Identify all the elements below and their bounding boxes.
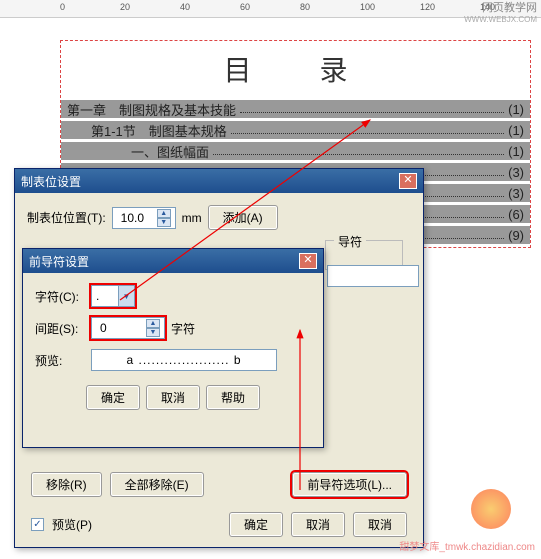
spin-down-icon[interactable]: ▼ <box>146 328 160 337</box>
spin-down-icon[interactable]: ▼ <box>157 218 171 227</box>
leader-ok-button[interactable]: 确定 <box>86 385 140 410</box>
dialog-titlebar[interactable]: 制表位设置 ✕ <box>15 169 423 193</box>
spin-up-icon[interactable]: ▲ <box>157 209 171 218</box>
preview-checkbox[interactable]: ✓ <box>31 518 44 531</box>
preview-checkbox-label: 预览(P) <box>52 516 92 533</box>
tab-position-input[interactable]: ▲▼ <box>112 207 176 229</box>
leader-display-field[interactable] <box>327 265 419 287</box>
cancel-button[interactable]: 取消 <box>291 512 345 537</box>
footer-watermark: 甜梦文库_tmwk.chazidian.com <box>399 538 535 553</box>
toc-page: (1) <box>508 102 524 117</box>
chevron-down-icon[interactable]: ▼ <box>118 286 134 306</box>
unit-label: mm <box>182 211 202 225</box>
spacing-label: 间距(S): <box>35 320 85 337</box>
leader-options-button[interactable]: 前导符选项(L)... <box>292 472 407 497</box>
toc-dots <box>213 147 504 155</box>
toc-page: (6) <box>508 207 524 222</box>
toc-dots <box>231 126 504 134</box>
toc-text: 一、图纸幅面 <box>131 142 209 161</box>
toc-line: 第一章 制图规格及基本技能 (1) <box>61 100 530 118</box>
dialog-title: 制表位设置 <box>21 173 81 190</box>
char-label: 字符(C): <box>35 288 85 305</box>
doc-title: 目 录 <box>61 41 530 97</box>
spacing-input[interactable]: ▲▼ <box>91 317 165 339</box>
leader-help-button[interactable]: 帮助 <box>206 385 260 410</box>
preview-field: a ..................... b <box>91 349 277 371</box>
site-watermark: 网页教学网WWW.WEBJX.COM <box>464 2 537 26</box>
preview-label: 预览: <box>35 352 85 369</box>
close-icon[interactable]: ✕ <box>299 253 317 269</box>
toc-text: 第一章 制图规格及基本技能 <box>67 100 236 119</box>
close-icon[interactable]: ✕ <box>399 173 417 189</box>
ok-button[interactable]: 确定 <box>229 512 283 537</box>
char-select[interactable]: . ▼ <box>91 285 135 307</box>
cancel2-button[interactable]: 取消 <box>353 512 407 537</box>
remove-all-button[interactable]: 全部移除(E) <box>110 472 204 497</box>
horizontal-ruler: 020406080100120140 <box>0 0 541 18</box>
toc-page: (9) <box>508 228 524 243</box>
leader-group-label: 导符 <box>334 233 366 250</box>
tab-position-label: 制表位位置(T): <box>27 209 106 226</box>
leader-cancel-button[interactable]: 取消 <box>146 385 200 410</box>
toc-page: (1) <box>508 144 524 159</box>
toc-page: (3) <box>508 165 524 180</box>
toc-page: (3) <box>508 186 524 201</box>
toc-line: 一、图纸幅面 (1) <box>61 142 530 160</box>
toc-dots <box>240 105 504 113</box>
add-button[interactable]: 添加(A) <box>208 205 278 230</box>
spacing-unit-label: 字符 <box>171 320 195 337</box>
toc-text: 第1-1节 制图基本规格 <box>91 121 227 140</box>
site-logo-icon <box>471 489 511 529</box>
spin-up-icon[interactable]: ▲ <box>146 319 160 328</box>
toc-page: (1) <box>508 123 524 138</box>
remove-button[interactable]: 移除(R) <box>31 472 102 497</box>
leader-settings-dialog: 前导符设置 ✕ 字符(C): . ▼ 间距(S): ▲▼ 字符 预览: a ..… <box>22 248 324 448</box>
leader-dialog-titlebar[interactable]: 前导符设置 ✕ <box>23 249 323 273</box>
toc-line: 第1-1节 制图基本规格 (1) <box>61 121 530 139</box>
leader-dialog-title: 前导符设置 <box>29 253 89 270</box>
